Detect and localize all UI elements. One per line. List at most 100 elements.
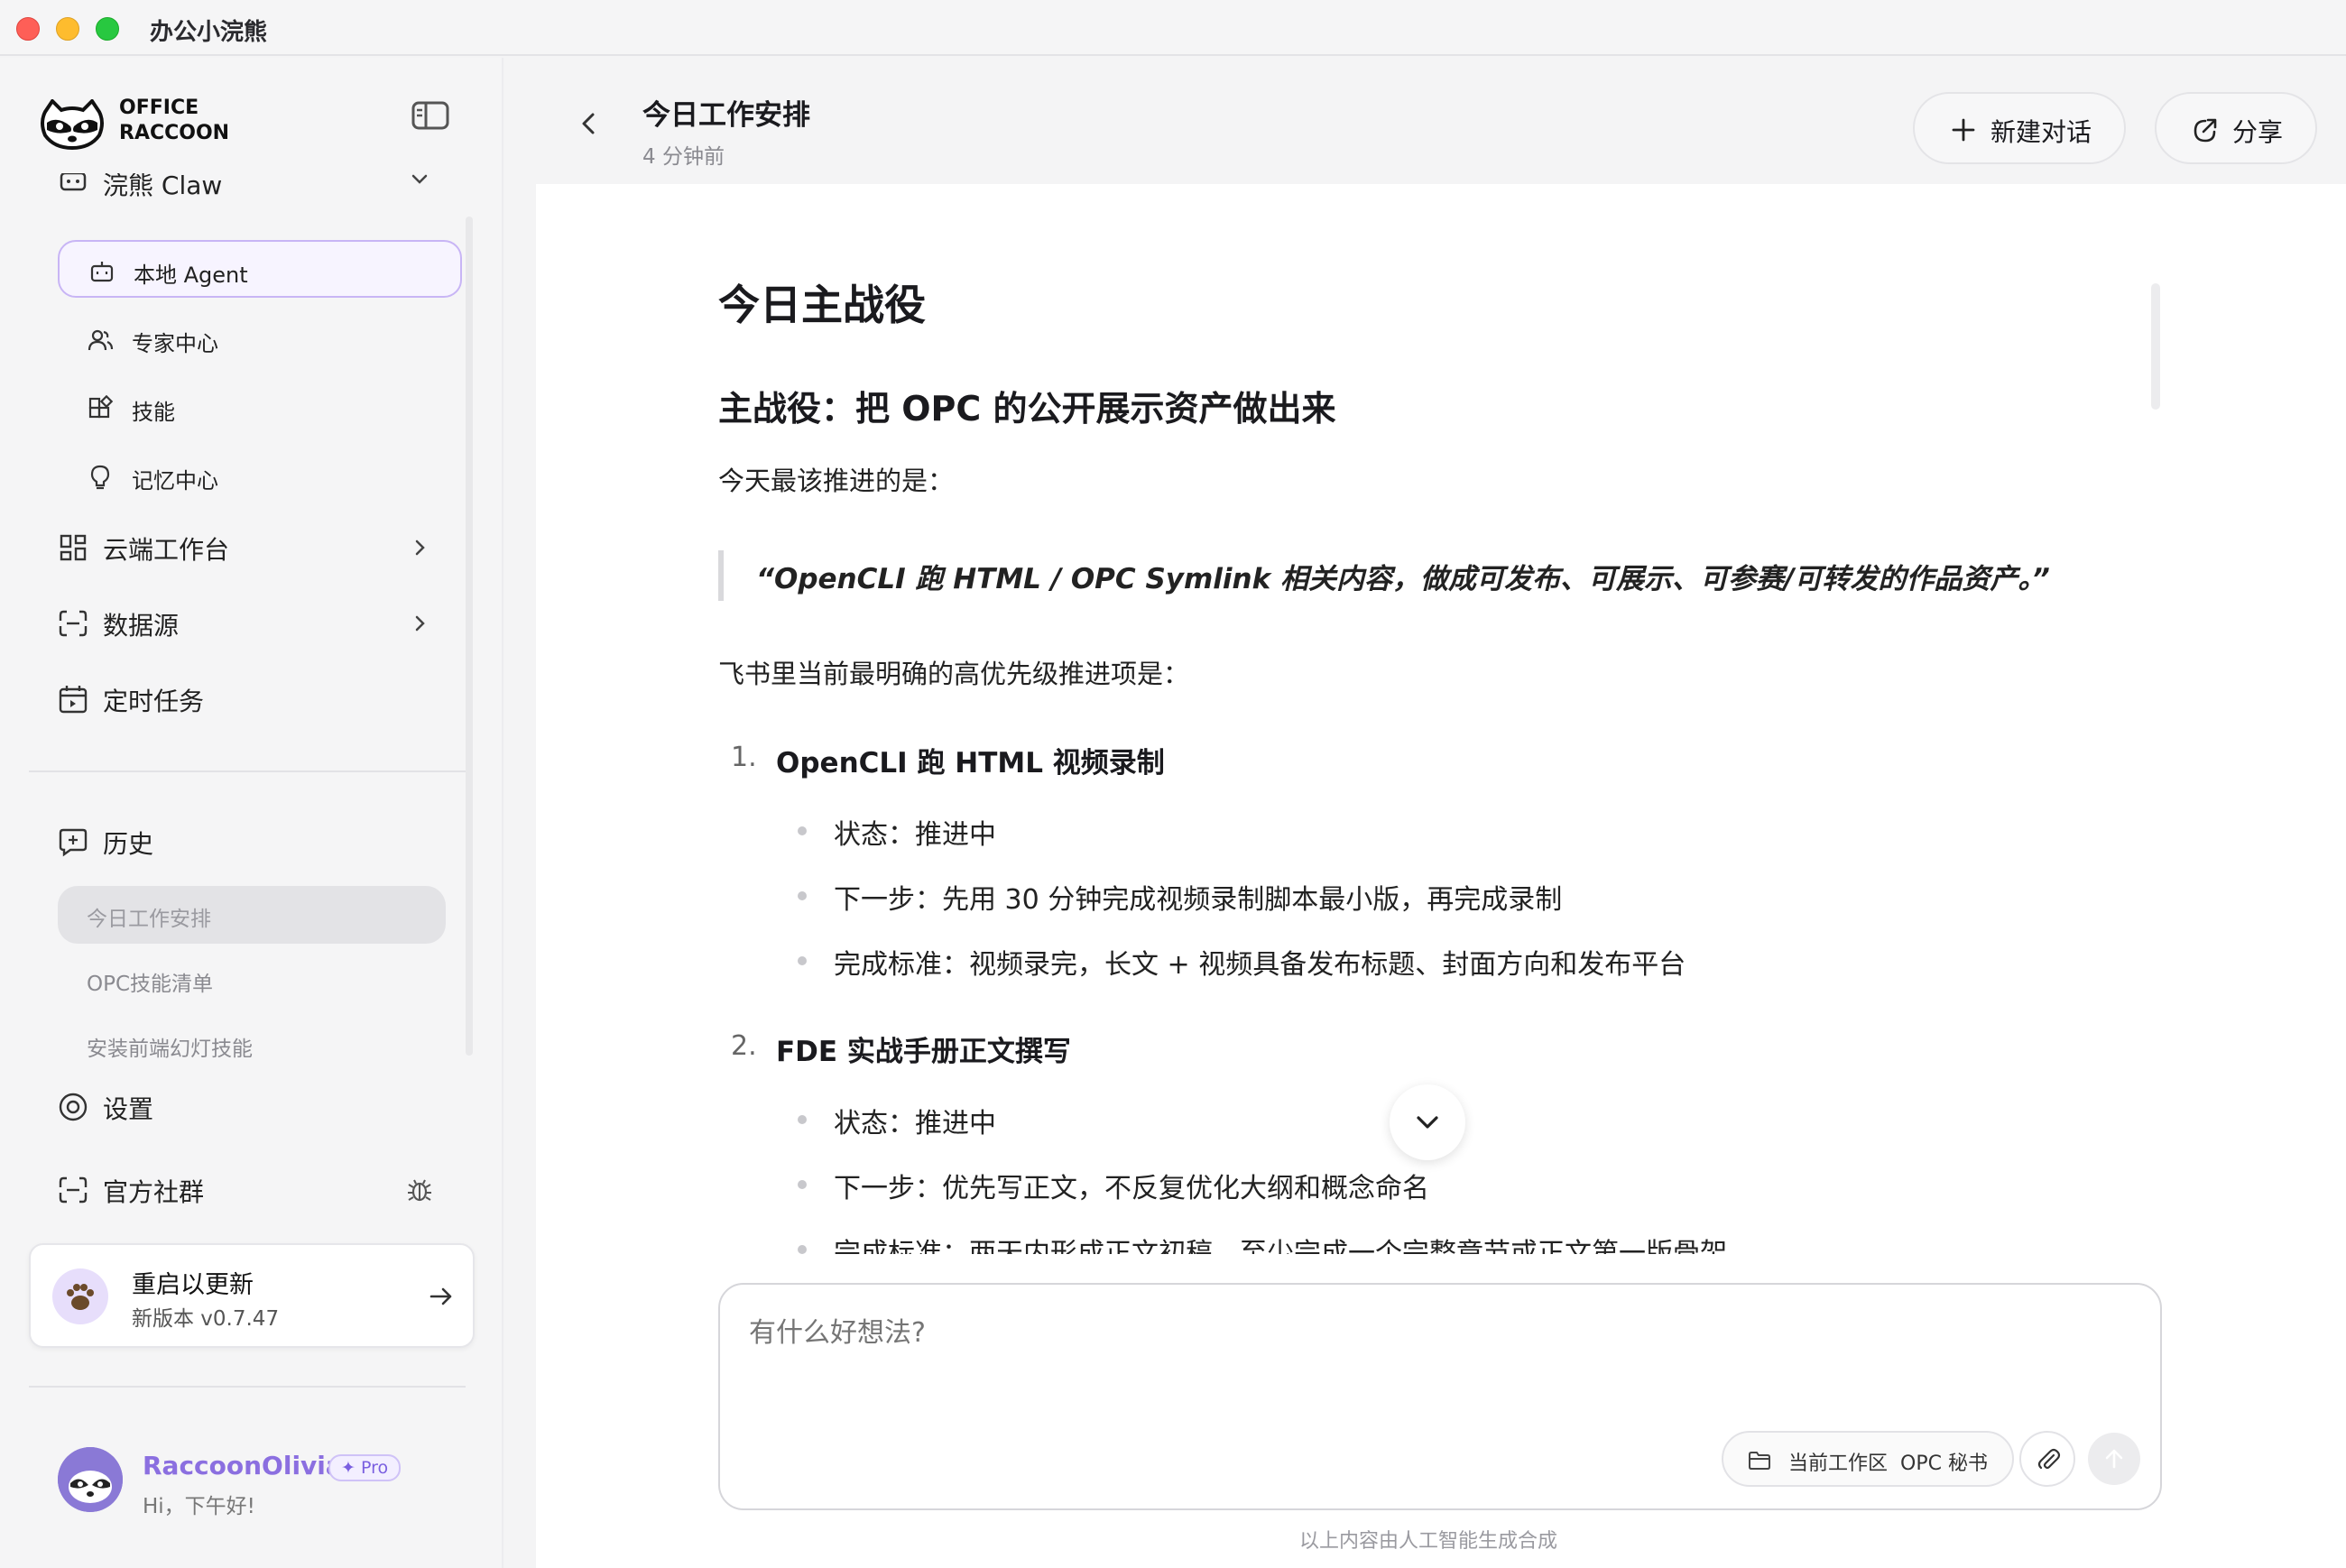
history-item[interactable]: 今日工作安排	[58, 886, 446, 944]
nav-cloud-workbench[interactable]: 云端工作台	[58, 520, 455, 574]
sidebar-item-skills[interactable]: 技能	[58, 379, 462, 437]
nav-history[interactable]: 历史	[58, 814, 455, 868]
message-heading-1: 今日主战役	[718, 281, 926, 329]
nav-label: 定时任务	[103, 687, 205, 716]
user-greeting: Hi，下午好!	[143, 1495, 255, 1518]
history-item[interactable]: 安装前端幻灯技能	[58, 1016, 446, 1074]
calendar-icon	[59, 686, 88, 714]
community-icon	[59, 1176, 88, 1204]
share-icon	[2194, 118, 2217, 143]
raccoon-logo-icon	[41, 99, 104, 150]
update-card[interactable]: 重启以更新 新版本 v0.7.47	[29, 1243, 475, 1348]
nav-label: 设置	[103, 1094, 154, 1124]
close-window-button[interactable]	[16, 17, 40, 41]
bot-icon	[90, 262, 114, 282]
bug-icon[interactable]	[406, 1176, 433, 1204]
list-bullet: 状态：推进中	[834, 819, 996, 851]
message-heading-2: 主战役：把 OPC 的公开展示资产做出来	[718, 389, 1336, 429]
arrow-right-icon	[429, 1287, 452, 1305]
history-item-label: OPC技能清单	[87, 973, 214, 996]
sidebar-item-local-agent[interactable]: 本地 Agent	[58, 240, 462, 298]
bullet-dot	[798, 1115, 807, 1124]
paw-avatar	[52, 1268, 108, 1324]
pro-badge: ✦ Pro	[328, 1454, 402, 1481]
nav-label: 云端工作台	[103, 535, 230, 565]
nav-label: 数据源	[103, 611, 180, 641]
message-paragraph: 飞书里当前最明确的高优先级推进项是：	[718, 659, 1190, 689]
paw-icon	[67, 1284, 94, 1310]
chevron-down-icon	[1417, 1116, 1438, 1129]
nav-label: 官方社群	[103, 1177, 205, 1207]
nav-claw-label: 浣熊 Claw	[103, 173, 223, 200]
user-profile[interactable]: RaccoonOlivia ✦ Pro Hi，下午好!	[58, 1447, 473, 1519]
app-logo: OFFICE RACCOON	[40, 94, 401, 157]
chat-input[interactable]	[749, 1317, 2102, 1349]
sidebar-item-label: 记忆中心	[132, 468, 218, 493]
nav-scheduled-tasks[interactable]: 定时任务	[58, 671, 455, 725]
window-title: 办公小浣熊	[150, 19, 268, 46]
nav-label: 历史	[103, 829, 154, 859]
app-window: 办公小浣熊 OFFICE RACCOON 浣熊 Claw 本地 Agent 专家…	[0, 0, 2346, 1568]
sidebar-item-expert-center[interactable]: 专家中心	[58, 310, 462, 368]
update-title: 重启以更新	[132, 1271, 254, 1299]
avatar	[58, 1447, 123, 1512]
sidebar-toggle-icon	[411, 101, 449, 130]
blockquote: “OpenCLI 跑 HTML / OPC Symlink 相关内容，做成可发布…	[756, 563, 2050, 595]
chat-timestamp: 4 分钟前	[642, 145, 725, 169]
scroll-to-bottom-button[interactable]	[1390, 1084, 1465, 1160]
list-number: 1.	[731, 742, 757, 773]
workspace-label: 当前工作区	[1788, 1453, 1889, 1475]
minimize-window-button[interactable]	[56, 17, 79, 41]
skills-icon	[88, 395, 114, 419]
send-button[interactable]	[2088, 1433, 2140, 1485]
chat-input-box: 当前工作区 OPC 秘书	[718, 1283, 2162, 1510]
back-button[interactable]	[576, 110, 603, 137]
share-label: 分享	[2232, 117, 2284, 147]
sidebar-divider	[29, 1386, 466, 1388]
list-bullet: 完成标准：视频录完，长文 + 视频具备发布标题、封面方向和发布平台	[834, 949, 1686, 981]
list-bullet: 状态：推进中	[834, 1108, 996, 1139]
nav-claw-group[interactable]: 浣熊 Claw	[58, 173, 455, 211]
attach-button[interactable]	[2019, 1431, 2075, 1487]
sidebar-toggle-button[interactable]	[411, 101, 453, 137]
history-item-label: 安装前端幻灯技能	[87, 1038, 253, 1061]
list-bullet: 下一步：先用 30 分钟完成视频录制脚本最小版，再完成录制	[834, 884, 1563, 916]
workspace-value: OPC 秘书	[1900, 1453, 1988, 1475]
raccoon-avatar-icon	[58, 1447, 123, 1512]
list-bullet: 完成标准：两天内形成正文初稿，至少完成一个完整章节或正文第一版骨架	[834, 1238, 1727, 1254]
grid-icon	[60, 534, 87, 561]
user-name: RaccoonOlivia	[143, 1451, 343, 1480]
sidebar-item-label: 本地 Agent	[134, 263, 248, 288]
message-content: 今日主战役 主战役：把 OPC 的公开展示资产做出来 今天最该推进的是： “Op…	[718, 0, 2162, 1254]
chevron-right-icon	[415, 540, 425, 556]
folder-icon	[1749, 1452, 1770, 1470]
sidebar-item-memory-center[interactable]: 记忆中心	[58, 447, 462, 505]
history-chat-icon	[59, 828, 88, 857]
workspace-selector[interactable]: 当前工作区 OPC 秘书	[1722, 1431, 2014, 1487]
zoom-window-button[interactable]	[96, 17, 119, 41]
nav-community[interactable]: 官方社群	[58, 1162, 455, 1216]
list-item-title: OpenCLI 跑 HTML 视频录制	[776, 747, 1165, 779]
logo-line-1: OFFICE	[119, 97, 199, 119]
chevron-down-icon	[411, 174, 428, 184]
nav-data-source[interactable]: 数据源	[58, 595, 455, 650]
bulb-icon	[90, 465, 110, 490]
users-icon	[88, 329, 114, 351]
bullet-dot	[798, 891, 807, 900]
sidebar: OFFICE RACCOON 浣熊 Claw 本地 Agent 专家中心 技能 …	[0, 58, 503, 1568]
history-item[interactable]: OPC技能清单	[58, 951, 446, 1009]
pro-badge-label: Pro	[360, 1458, 389, 1478]
share-button[interactable]: 分享	[2155, 92, 2317, 164]
sidebar-scrollbar[interactable]	[466, 217, 473, 1056]
history-item-label: 今日工作安排	[87, 908, 211, 931]
list-item-title: FDE 实战手册正文撰写	[776, 1036, 1071, 1068]
sidebar-divider	[29, 770, 466, 772]
sidebar-item-label: 专家中心	[132, 331, 218, 356]
update-version: 新版本 v0.7.47	[132, 1307, 280, 1331]
arrow-up-icon	[2105, 1449, 2123, 1469]
content-scrollbar[interactable]	[2151, 283, 2160, 410]
claw-icon	[60, 173, 87, 191]
nav-settings[interactable]: 设置	[58, 1079, 455, 1133]
sidebar-item-label: 技能	[132, 400, 175, 425]
chevron-right-icon	[415, 615, 425, 632]
